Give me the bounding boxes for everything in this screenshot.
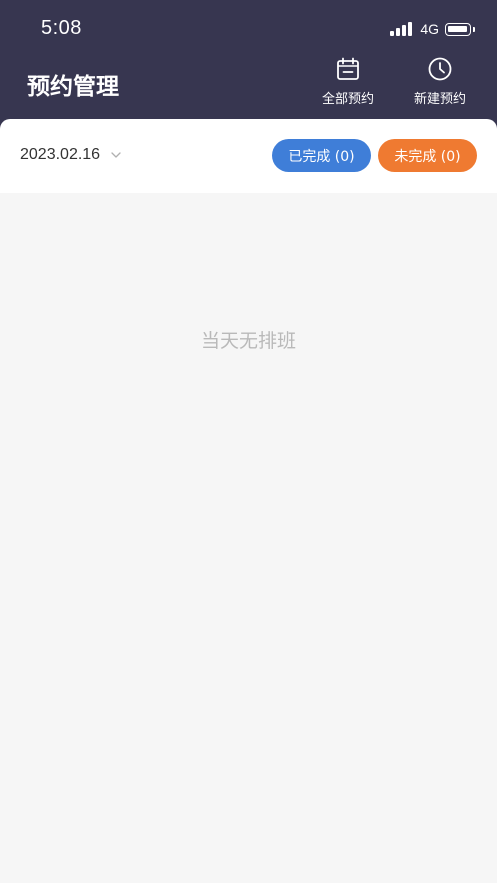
new-appointment-button[interactable]: 新建预约 [408,56,472,107]
calendar-icon [337,57,359,80]
empty-state-message: 当天无排班 [200,330,296,352]
page-title: 预约管理 [27,74,119,100]
battery-icon [445,22,471,36]
completed-filter-button[interactable]: 已完成 (0) [272,139,371,172]
clock-icon [428,57,452,81]
status-indicators: 4G [390,21,475,37]
pending-filter-button[interactable]: 未完成 (0) [378,139,477,172]
selected-date: 2023.02.16 [20,146,101,163]
date-picker[interactable]: 2023.02.16 [20,146,122,164]
network-type: 4G [420,21,439,37]
app-header: 5:08 4G 预约管理 全部预约 新建预约 [0,0,497,132]
all-appointments-button[interactable]: 全部预约 [316,56,380,107]
filter-bar: 2023.02.16 已完成 (0) 未完成 (0) [0,119,497,193]
status-bar: 5:08 4G [0,0,497,58]
chevron-down-icon [111,152,121,158]
new-appointment-label: 新建预约 [413,92,466,107]
signal-icon [390,22,413,36]
battery-cap [473,26,475,32]
all-appointments-label: 全部预约 [321,92,374,107]
status-time: 5:08 [41,17,82,39]
